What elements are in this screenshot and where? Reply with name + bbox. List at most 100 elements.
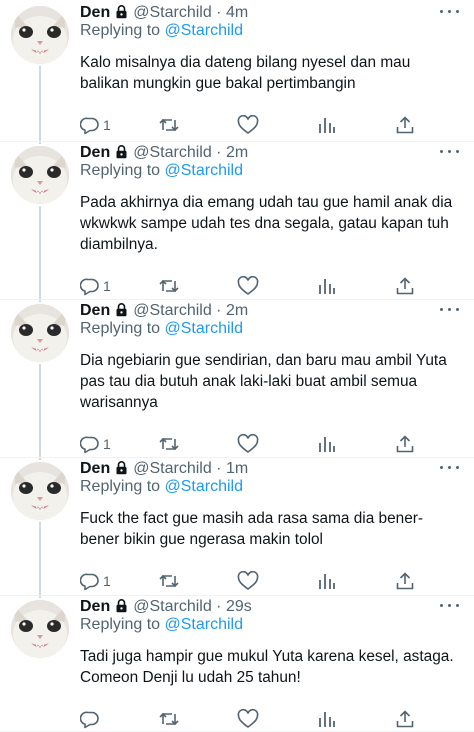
retweet-icon [159, 279, 179, 293]
author-handle[interactable]: @Starchild · 1m [133, 460, 248, 477]
tweet-time[interactable]: 29s [226, 598, 252, 615]
tweet-text: Kalo misalnya dia dateng bilang nyesel d… [80, 54, 411, 92]
cat-avatar[interactable] [11, 600, 69, 658]
reply-count: 1 [103, 278, 111, 294]
views-button[interactable] [318, 570, 336, 592]
retweet-icon [159, 574, 179, 588]
tweet[interactable]: Den @Starchild · 2m Replying to @Starchil… [0, 142, 474, 302]
cat-avatar[interactable] [11, 6, 69, 64]
retweet-button[interactable] [158, 570, 180, 592]
retweet-button[interactable] [158, 708, 180, 730]
cat-avatar[interactable] [11, 304, 69, 362]
share-icon [396, 572, 414, 590]
more-icon[interactable] [438, 600, 462, 612]
retweet-icon [159, 712, 179, 726]
share-icon [396, 710, 414, 728]
retweet-icon [159, 437, 179, 451]
tweet-time[interactable]: 4m [226, 4, 248, 21]
mention-link[interactable]: @Starchild [165, 22, 244, 39]
tweet-text: Tadi juga hampir gue mukul Yuta karena k… [80, 648, 454, 686]
author-handle[interactable]: @Starchild · 2m [133, 302, 248, 319]
retweet-button[interactable] [158, 275, 180, 297]
reply-button[interactable]: 1 [80, 114, 111, 136]
share-button[interactable] [395, 570, 415, 592]
share-icon [396, 277, 414, 295]
reply-count: 1 [103, 573, 111, 589]
replying-to: Replying to @Starchild [80, 478, 244, 495]
share-button[interactable] [395, 114, 415, 136]
heart-icon [237, 571, 259, 590]
like-button[interactable] [237, 570, 259, 592]
analytics-icon [319, 574, 335, 589]
author-name[interactable]: Den [80, 144, 110, 161]
heart-icon [237, 434, 259, 453]
reply-icon [80, 117, 99, 135]
tweet[interactable]: Den @Starchild · 2m Replying to @Starchil… [0, 300, 474, 460]
replying-to: Replying to @Starchild [80, 162, 244, 179]
reply-icon [80, 278, 99, 296]
author-handle[interactable]: @Starchild · 4m [133, 4, 248, 21]
views-button[interactable] [318, 275, 336, 297]
tweet[interactable]: Den @Starchild · 29s Replying to @Starchi… [0, 596, 474, 732]
more-icon[interactable] [438, 6, 462, 18]
heart-icon [237, 709, 259, 728]
reply-button[interactable] [80, 708, 100, 730]
author-handle[interactable]: @Starchild · 2m [133, 144, 248, 161]
tweet-text: Dia ngebiarin gue sendirian, dan baru ma… [80, 352, 447, 411]
tweet-text: Pada akhirnya dia emang udah tau gue ham… [80, 194, 453, 253]
analytics-icon [319, 279, 335, 294]
tweet-time[interactable]: 1m [226, 460, 248, 477]
reply-icon [80, 711, 99, 729]
tweet-actions: 1 [0, 114, 474, 138]
retweet-button[interactable] [158, 114, 180, 136]
tweet-actions: 1 [0, 570, 474, 594]
like-button[interactable] [237, 114, 259, 136]
tweet-time[interactable]: 2m [226, 144, 248, 161]
views-button[interactable] [318, 708, 336, 730]
mention-link[interactable]: @Starchild [165, 320, 244, 337]
share-icon [396, 435, 414, 453]
mention-link[interactable]: @Starchild [165, 478, 244, 495]
reply-icon [80, 436, 99, 454]
tweet-text: Fuck the fact gue masih ada rasa sama di… [80, 510, 424, 548]
views-button[interactable] [318, 114, 336, 136]
analytics-icon [319, 118, 335, 133]
like-button[interactable] [237, 708, 259, 730]
heart-icon [237, 115, 259, 134]
more-icon[interactable] [438, 462, 462, 474]
mention-link[interactable]: @Starchild [165, 616, 244, 633]
author-name[interactable]: Den [80, 302, 110, 319]
analytics-icon [319, 712, 335, 727]
reply-button[interactable]: 1 [80, 570, 111, 592]
author-handle[interactable]: @Starchild · 29s [133, 598, 252, 615]
cat-avatar[interactable] [11, 146, 69, 204]
retweet-button[interactable] [158, 433, 180, 455]
mention-link[interactable]: @Starchild [165, 162, 244, 179]
more-icon[interactable] [438, 304, 462, 316]
reply-count: 1 [103, 436, 111, 452]
retweet-icon [159, 118, 179, 132]
like-button[interactable] [237, 275, 259, 297]
reply-button[interactable]: 1 [80, 433, 111, 455]
author-name[interactable]: Den [80, 4, 110, 21]
analytics-icon [319, 437, 335, 452]
share-button[interactable] [395, 275, 415, 297]
tweet-actions: 1 [0, 275, 474, 299]
views-button[interactable] [318, 433, 336, 455]
reply-button[interactable]: 1 [80, 275, 111, 297]
cat-avatar[interactable] [11, 462, 69, 520]
share-button[interactable] [395, 433, 415, 455]
tweet[interactable]: Den @Starchild · 1m Replying to @Starchil… [0, 458, 474, 598]
reply-icon [80, 573, 99, 591]
share-button[interactable] [395, 708, 415, 730]
tweet-time[interactable]: 2m [226, 302, 248, 319]
like-button[interactable] [237, 433, 259, 455]
replying-to: Replying to @Starchild [80, 22, 244, 39]
author-name[interactable]: Den [80, 460, 110, 477]
author-name[interactable]: Den [80, 598, 110, 615]
tweet-actions [0, 708, 474, 732]
heart-icon [237, 276, 259, 295]
tweet[interactable]: Den @Starchild · 4m Replying to @Starchil… [0, 2, 474, 144]
tweet-actions: 1 [0, 433, 474, 457]
more-icon[interactable] [438, 146, 462, 158]
